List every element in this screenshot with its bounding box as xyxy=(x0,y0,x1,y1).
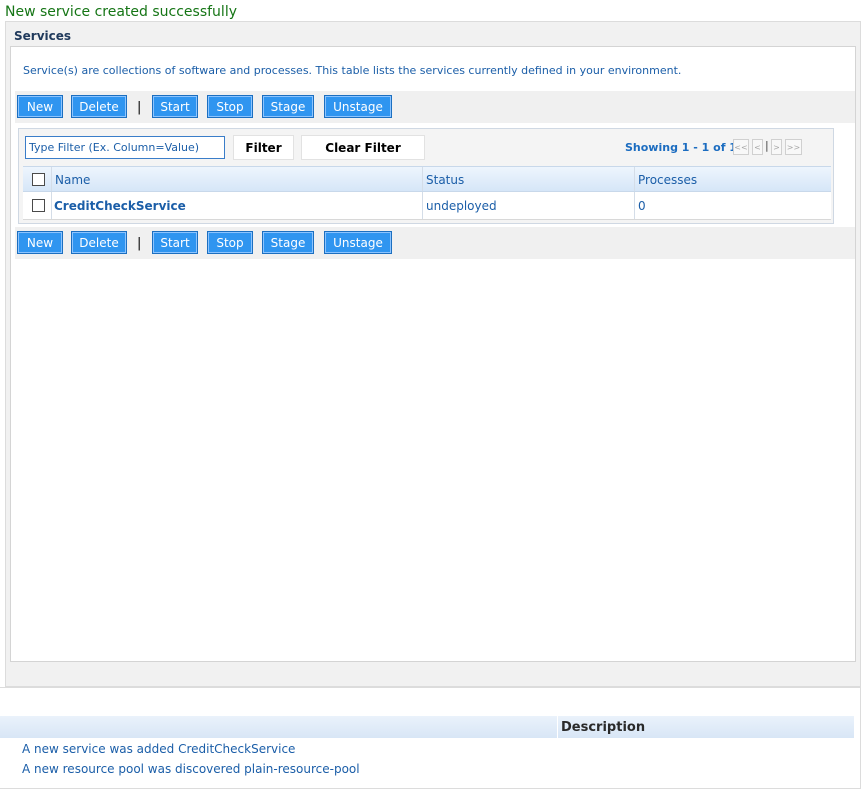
column-divider xyxy=(51,167,52,191)
stage-button[interactable]: Stage xyxy=(262,95,314,118)
unstage-button[interactable]: Unstage xyxy=(324,95,392,118)
stop-button[interactable]: Stop xyxy=(207,231,253,254)
toolbar-bottom: New Delete | Start Stop Stage Unstage xyxy=(15,227,855,259)
start-button[interactable]: Start xyxy=(152,231,198,254)
first-page-button[interactable]: << xyxy=(733,139,749,155)
stage-button[interactable]: Stage xyxy=(262,231,314,254)
table-header: Name Status Processes xyxy=(23,166,831,192)
filter-button[interactable]: Filter xyxy=(233,135,294,160)
toolbar-separator: | xyxy=(137,100,142,115)
clear-filter-button[interactable]: Clear Filter xyxy=(301,135,425,160)
service-name-link[interactable]: CreditCheckService xyxy=(54,199,186,213)
unstage-button[interactable]: Unstage xyxy=(324,231,392,254)
column-divider xyxy=(422,167,423,191)
services-grid: Type Filter (Ex. Column=Value) Filter Cl… xyxy=(18,128,834,224)
services-panel: Services Service(s) are collections of s… xyxy=(5,21,861,687)
panel-title: Services xyxy=(14,29,72,43)
description-column-header[interactable]: Description xyxy=(557,716,645,738)
delete-button[interactable]: Delete xyxy=(71,231,127,254)
services-description: Service(s) are collections of software a… xyxy=(23,64,682,77)
event-item: A new resource pool was discovered plain… xyxy=(22,762,360,776)
success-message: New service created successfully xyxy=(5,4,237,20)
filter-input[interactable]: Type Filter (Ex. Column=Value) xyxy=(25,136,225,159)
table-row: CreditCheckService undeployed 0 xyxy=(23,192,831,220)
service-processes: 0 xyxy=(638,199,646,213)
next-page-button[interactable]: > xyxy=(771,139,782,155)
column-divider xyxy=(422,192,423,219)
service-status: undeployed xyxy=(426,199,497,213)
events-panel: Description A new service was added Cred… xyxy=(0,687,861,789)
new-button[interactable]: New xyxy=(17,95,63,118)
events-header: Description xyxy=(0,716,854,738)
new-button[interactable]: New xyxy=(17,231,63,254)
paging-status: Showing 1 - 1 of 1 xyxy=(625,141,737,154)
column-header-status[interactable]: Status xyxy=(426,173,464,187)
column-divider xyxy=(634,167,635,191)
column-divider xyxy=(634,192,635,219)
column-header-name[interactable]: Name xyxy=(55,173,90,187)
prev-page-button[interactable]: < xyxy=(752,139,763,155)
select-all-checkbox[interactable] xyxy=(32,173,45,186)
column-header-processes[interactable]: Processes xyxy=(638,173,697,187)
last-page-button[interactable]: >> xyxy=(785,139,802,155)
toolbar-separator: | xyxy=(137,236,142,251)
pager-separator: | xyxy=(765,139,769,152)
stop-button[interactable]: Stop xyxy=(207,95,253,118)
column-divider xyxy=(51,192,52,219)
start-button[interactable]: Start xyxy=(152,95,198,118)
services-content: Service(s) are collections of software a… xyxy=(10,46,856,662)
delete-button[interactable]: Delete xyxy=(71,95,127,118)
toolbar-top: New Delete | Start Stop Stage Unstage xyxy=(15,91,855,123)
row-checkbox[interactable] xyxy=(32,199,45,212)
event-item: A new service was added CreditCheckServi… xyxy=(22,742,296,756)
